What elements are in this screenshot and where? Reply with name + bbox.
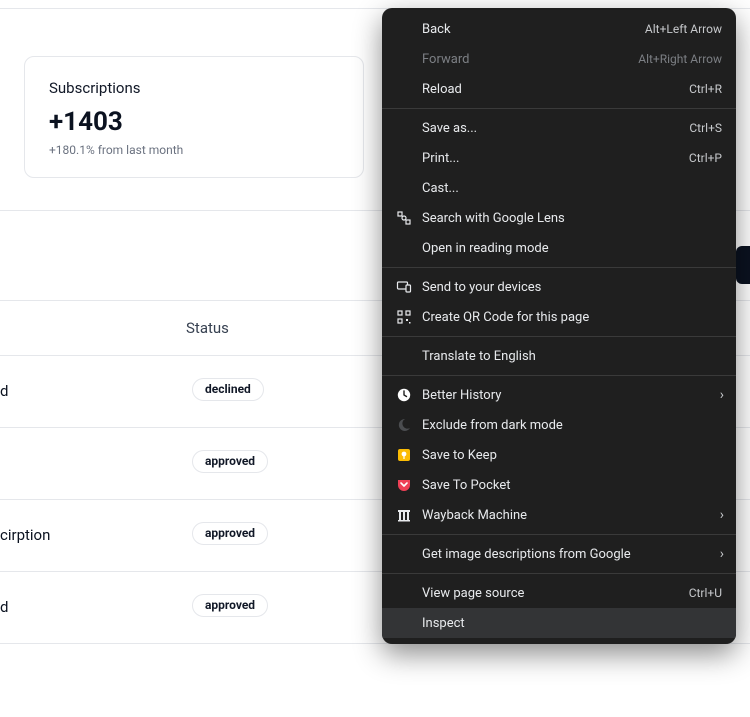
card-title: Subscriptions: [49, 79, 339, 97]
ctx-item-label: Inspect: [422, 616, 722, 631]
devices-icon: [396, 279, 422, 295]
ctx-item-label: Save as...: [422, 121, 689, 136]
ctx-item-label: Send to your devices: [422, 280, 722, 295]
ctx-save-as[interactable]: Save as... Ctrl+S: [382, 113, 736, 143]
ctx-item-shortcut: Ctrl+P: [689, 151, 722, 165]
ctx-exclude-dark-mode[interactable]: Exclude from dark mode: [382, 410, 736, 440]
ctx-item-label: Better History: [422, 388, 722, 403]
status-badge: approved: [192, 450, 268, 473]
ctx-separator: [382, 534, 736, 535]
ctx-item-label: Forward: [422, 52, 638, 67]
ctx-print[interactable]: Print... Ctrl+P: [382, 143, 736, 173]
ctx-item-label: Cast...: [422, 181, 722, 196]
ctx-item-shortcut: Alt+Right Arrow: [638, 52, 722, 66]
ctx-item-label: Get image descriptions from Google: [422, 547, 722, 562]
card-subtext: +180.1% from last month: [49, 143, 339, 157]
ctx-view-source[interactable]: View page source Ctrl+U: [382, 578, 736, 608]
status-badge: approved: [192, 594, 268, 617]
ctx-better-history[interactable]: Better History ›: [382, 380, 736, 410]
qr-icon: [396, 309, 422, 325]
ctx-item-label: Back: [422, 22, 645, 37]
ctx-item-label: Print...: [422, 151, 689, 166]
row-description-fragment: d: [0, 382, 8, 400]
ctx-qr-code[interactable]: Create QR Code for this page: [382, 302, 736, 332]
ctx-google-lens[interactable]: Search with Google Lens: [382, 203, 736, 233]
ctx-item-shortcut: Alt+Left Arrow: [645, 22, 722, 36]
row-description-fragment: cirption: [0, 526, 50, 544]
ctx-item-label: Create QR Code for this page: [422, 310, 722, 325]
ctx-separator: [382, 108, 736, 109]
subscriptions-card: Subscriptions +1403 +180.1% from last mo…: [24, 56, 364, 178]
ctx-separator: [382, 375, 736, 376]
ctx-back[interactable]: Back Alt+Left Arrow: [382, 14, 736, 44]
archive-icon: [396, 507, 422, 523]
ctx-item-label: Search with Google Lens: [422, 211, 722, 226]
ctx-image-descriptions[interactable]: Get image descriptions from Google ›: [382, 539, 736, 569]
side-tab-handle[interactable]: [736, 246, 750, 284]
ctx-item-shortcut: Ctrl+S: [689, 121, 722, 135]
ctx-separator: [382, 336, 736, 337]
ctx-item-label: Save To Pocket: [422, 478, 722, 493]
ctx-item-label: View page source: [422, 586, 689, 601]
lens-icon: [396, 210, 422, 226]
ctx-item-shortcut: Ctrl+R: [689, 82, 722, 96]
ctx-save-pocket[interactable]: Save To Pocket: [382, 470, 736, 500]
ctx-translate[interactable]: Translate to English: [382, 341, 736, 371]
ctx-reload[interactable]: Reload Ctrl+R: [382, 74, 736, 104]
status-column-header: Status: [186, 319, 229, 337]
status-badge: declined: [192, 378, 264, 401]
keep-icon: [396, 447, 422, 463]
pocket-icon: [396, 477, 422, 493]
ctx-separator: [382, 267, 736, 268]
ctx-item-label: Open in reading mode: [422, 241, 722, 256]
ctx-item-label: Wayback Machine: [422, 508, 722, 523]
ctx-wayback[interactable]: Wayback Machine ›: [382, 500, 736, 530]
ctx-item-label: Reload: [422, 82, 689, 97]
ctx-send-devices[interactable]: Send to your devices: [382, 272, 736, 302]
ctx-inspect[interactable]: Inspect: [382, 608, 736, 638]
ctx-item-shortcut: Ctrl+U: [689, 586, 722, 600]
chevron-right-icon: ›: [720, 507, 724, 523]
ctx-cast[interactable]: Cast...: [382, 173, 736, 203]
clock-icon: [396, 387, 422, 403]
ctx-reading-mode[interactable]: Open in reading mode: [382, 233, 736, 263]
row-description-fragment: d: [0, 598, 8, 616]
card-value: +1403: [49, 107, 339, 137]
status-badge: approved: [192, 522, 268, 545]
moon-icon: [396, 417, 422, 433]
ctx-save-keep[interactable]: Save to Keep: [382, 440, 736, 470]
ctx-item-label: Translate to English: [422, 349, 722, 364]
chevron-right-icon: ›: [720, 546, 724, 562]
ctx-forward: Forward Alt+Right Arrow: [382, 44, 736, 74]
ctx-separator: [382, 573, 736, 574]
ctx-item-label: Save to Keep: [422, 448, 722, 463]
ctx-item-label: Exclude from dark mode: [422, 418, 722, 433]
browser-context-menu: Back Alt+Left Arrow Forward Alt+Right Ar…: [382, 8, 736, 644]
chevron-right-icon: ›: [720, 387, 724, 403]
